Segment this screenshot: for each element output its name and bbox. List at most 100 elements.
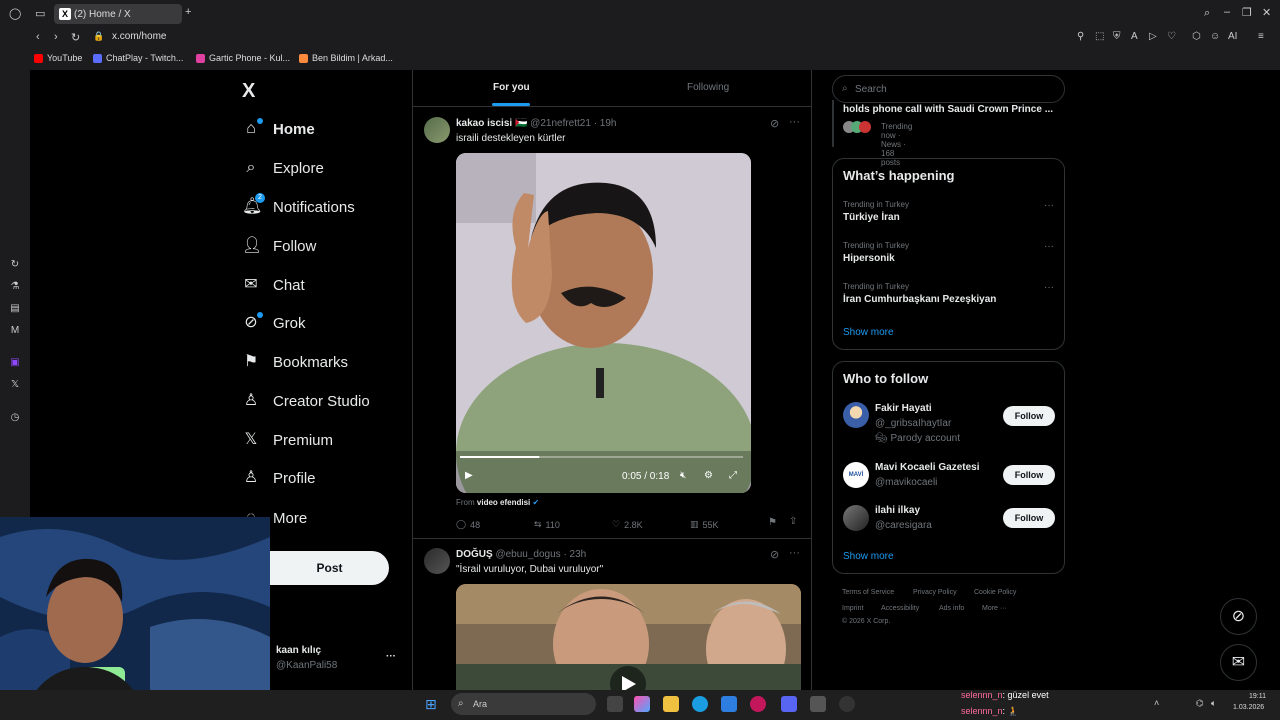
grok-icon[interactable]: ⊘	[770, 548, 779, 561]
repost-button[interactable]: ⇆ 110	[534, 519, 560, 530]
nav-bookmarks[interactable]: ⚑ Bookmarks	[242, 350, 348, 374]
tweet-time[interactable]: · 19h	[594, 118, 617, 129]
footer-link[interactable]: Accessibility	[881, 605, 919, 612]
video-progress-bar[interactable]	[460, 456, 540, 458]
suggested-name[interactable]: ilahi ilkay	[875, 505, 920, 516]
footer-link[interactable]: Cookie Policy	[974, 589, 1016, 596]
nav-home[interactable]: ⌂ Home	[242, 117, 315, 141]
tweet-video[interactable]	[456, 584, 801, 690]
profile-icon[interactable]: ☺	[1210, 31, 1220, 42]
tab-for-you[interactable]: For you	[493, 82, 530, 93]
views-button[interactable]: ▥ 55K	[690, 519, 719, 530]
trend-more-icon[interactable]: ···	[1044, 282, 1054, 293]
opera-logo-icon[interactable]: ◯	[9, 7, 21, 20]
post-button[interactable]: Post	[270, 551, 389, 585]
opera-icon[interactable]	[750, 696, 766, 712]
nav-explore[interactable]: ⌕ Explore	[242, 156, 324, 180]
flask-icon[interactable]: ⚗	[9, 281, 21, 293]
nav-premium[interactable]: 𝕏 Premium	[242, 428, 333, 452]
grok-icon[interactable]: ⊘	[770, 117, 779, 130]
aria-icon[interactable]: ↻	[9, 259, 21, 271]
bookmark-youtube[interactable]: YouTube	[34, 53, 82, 63]
follow-button[interactable]: Follow	[1003, 406, 1055, 426]
copilot-icon[interactable]	[634, 696, 650, 712]
history-icon[interactable]: ◷	[9, 412, 21, 424]
settings-icon[interactable]: ⚙	[704, 470, 713, 481]
play-icon[interactable]: ▶	[465, 470, 473, 481]
tweet-time[interactable]: · 23h	[563, 549, 586, 560]
taskbar-search-input[interactable]: Ara	[451, 693, 596, 715]
follow-button[interactable]: Follow	[1003, 465, 1055, 485]
account-handle[interactable]: @KaanPali58	[276, 660, 337, 671]
browser-tab[interactable]: X (2) Home / X	[54, 4, 182, 24]
mute-icon[interactable]: 🔇︎	[680, 470, 686, 481]
suggested-name[interactable]: Mavi Kocaeli Gazetesi	[875, 462, 980, 473]
avatar[interactable]	[424, 117, 450, 143]
messenger-icon[interactable]: M	[9, 325, 21, 337]
avatar[interactable]	[843, 402, 869, 428]
ai-button[interactable]: AI	[1228, 31, 1237, 42]
steam-icon[interactable]	[839, 696, 855, 712]
new-tab-icon[interactable]: +	[185, 6, 191, 18]
footer-link[interactable]: Terms of Service	[842, 589, 894, 596]
play-icon[interactable]: ▷	[1149, 31, 1157, 42]
snapshot-icon[interactable]: ⬚	[1095, 31, 1104, 42]
pin-icon[interactable]: ⚲	[1077, 31, 1084, 42]
edge-icon[interactable]	[692, 696, 708, 712]
like-button[interactable]: ♡ 2.8K	[612, 519, 643, 530]
maximize-icon[interactable]: ❐	[1242, 6, 1252, 19]
clock-date[interactable]: 1.03.2026	[1233, 704, 1264, 711]
nav-follow[interactable]: 👤︎ Follow	[242, 234, 316, 258]
suggested-handle[interactable]: @mavikocaeli	[875, 477, 937, 488]
shield-icon[interactable]: ⛨	[1113, 31, 1121, 42]
messages-fab[interactable]: ✉	[1220, 644, 1257, 681]
more-icon[interactable]: ···	[789, 116, 800, 128]
close-icon[interactable]: ✕	[1262, 6, 1271, 19]
app-icon[interactable]	[810, 696, 826, 712]
footer-link[interactable]: Privacy Policy	[913, 589, 957, 596]
network-icon[interactable]: ⌬	[1196, 698, 1204, 709]
grok-fab[interactable]: ⊘	[1220, 598, 1257, 635]
avatar[interactable]	[424, 548, 450, 574]
workspaces-icon[interactable]: ▭	[35, 7, 45, 20]
nav-profile[interactable]: ♙ Profile	[242, 466, 316, 490]
more-icon[interactable]: ···	[789, 547, 800, 559]
bookmark-chatplay[interactable]: ChatPlay - Twitch...	[93, 53, 183, 63]
footer-link[interactable]: More ···	[982, 605, 1007, 612]
file-explorer-icon[interactable]	[663, 696, 679, 712]
translate-icon[interactable]: A	[1131, 31, 1138, 42]
trend-more-icon[interactable]: ···	[1044, 200, 1054, 211]
bookmark-benbildim[interactable]: Ben Bildim | Arkad...	[299, 53, 393, 63]
discord-icon[interactable]	[781, 696, 797, 712]
reload-icon[interactable]: ↻	[71, 31, 80, 44]
nav-creator-studio[interactable]: ♙ Creator Studio	[242, 389, 370, 413]
avatar[interactable]: MAVİ	[843, 462, 869, 488]
forward-icon[interactable]: ›	[54, 31, 58, 43]
windows-start-icon[interactable]: ⊞	[425, 696, 437, 713]
x-sidebar-icon[interactable]: 𝕏	[9, 379, 21, 391]
task-view-icon[interactable]	[607, 696, 623, 712]
trend-more-icon[interactable]: ···	[1044, 241, 1054, 252]
bookmark-gartic[interactable]: Gartic Phone - Kul...	[196, 53, 290, 63]
fullscreen-icon[interactable]: ⤢	[729, 470, 737, 481]
footer-link[interactable]: Ads info	[939, 605, 964, 612]
extensions-icon[interactable]: ⬡	[1192, 31, 1201, 42]
menu-icon[interactable]: ≡	[1258, 31, 1264, 42]
follow-button[interactable]: Follow	[1003, 508, 1055, 528]
show-more-link[interactable]: Show more	[843, 551, 894, 562]
author-handle[interactable]: @ebuu_dogus	[495, 549, 560, 560]
tweet-video[interactable]: ▶ 0:05 / 0:18 🔇︎ ⚙ ⤢	[456, 153, 751, 493]
top-story-title[interactable]: holds phone call with Saudi Crown Prince…	[843, 104, 1053, 115]
reply-button[interactable]: ◯ 48	[456, 519, 480, 530]
chevron-up-icon[interactable]: ˄	[1154, 698, 1159, 708]
twitch-icon[interactable]: ▣	[9, 357, 21, 369]
nav-grok[interactable]: ⊘ Grok	[242, 311, 306, 335]
footer-link[interactable]: Imprint	[842, 605, 863, 612]
back-icon[interactable]: ‹	[36, 31, 40, 43]
source-account[interactable]: video efendisi	[477, 498, 530, 507]
suggested-handle[interactable]: @_gribsaIhaytIar	[875, 418, 951, 429]
url-field[interactable]: x.com/home	[112, 31, 166, 42]
share-icon[interactable]: ⇪	[789, 516, 797, 527]
heart-icon[interactable]: ♡	[1167, 31, 1176, 42]
author-handle[interactable]: @21nefrett21	[530, 118, 591, 129]
